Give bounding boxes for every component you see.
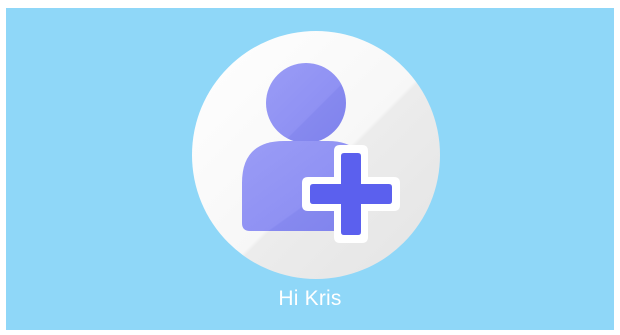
greeting-label: Hi Kris	[278, 287, 342, 310]
profile-panel: Hi Kris	[6, 8, 614, 330]
add-user-icon	[192, 31, 440, 279]
person-head	[266, 63, 346, 143]
add-profile-button[interactable]	[192, 31, 440, 279]
